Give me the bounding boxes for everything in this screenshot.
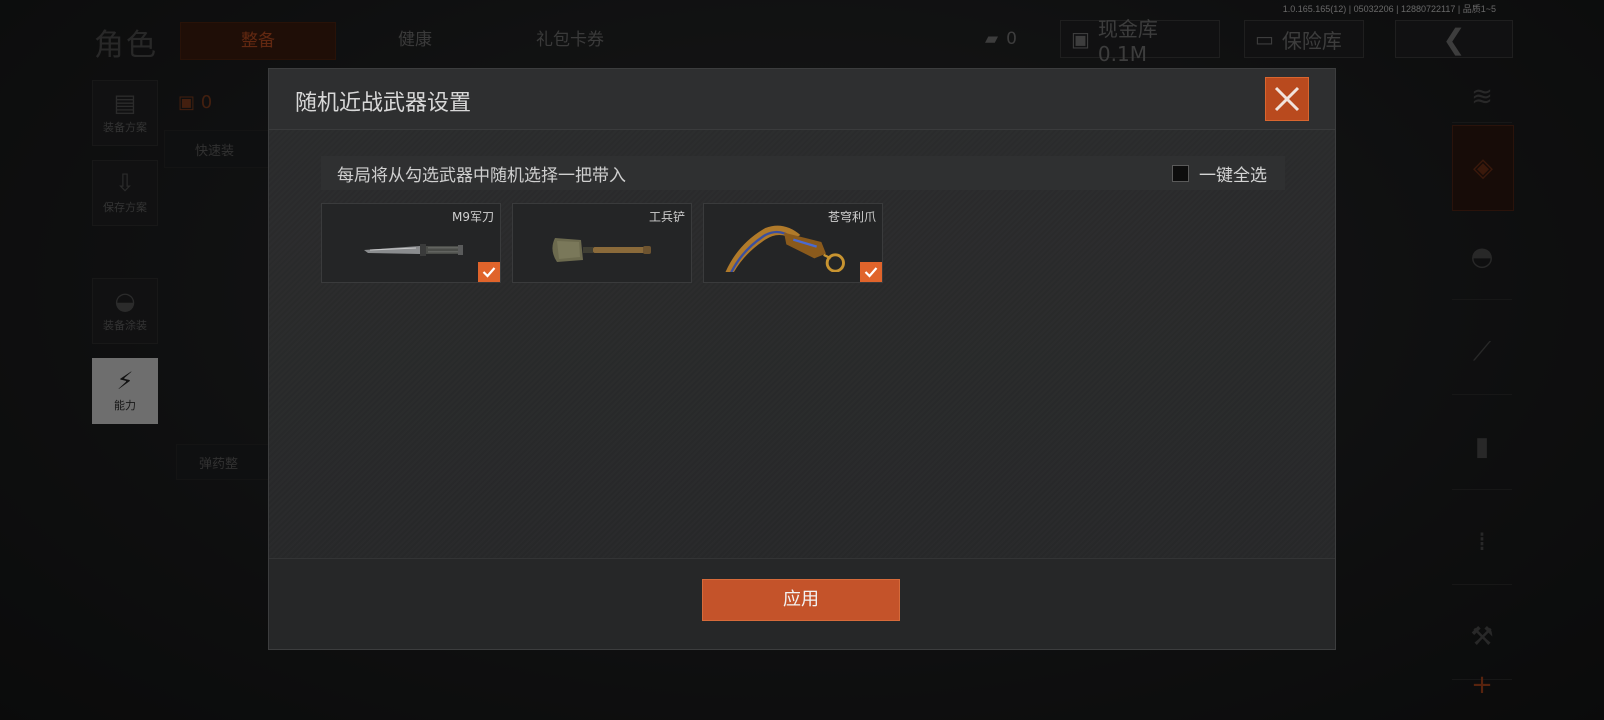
checkmark-icon <box>482 267 496 278</box>
checkmark-icon <box>864 267 878 278</box>
karambit-claw-icon <box>725 225 845 272</box>
dialog-title: 随机近战武器设置 <box>295 91 472 116</box>
weapon-name: M9军刀 <box>452 210 494 224</box>
weapon-card-claw[interactable]: 苍穹利爪 <box>703 203 883 283</box>
weapon-name: 工兵铲 <box>648 210 685 224</box>
weapon-checkbox-checked[interactable] <box>860 262 882 282</box>
weapon-checkbox-checked[interactable] <box>478 262 500 282</box>
dialog-footer: 应用 <box>269 558 1335 649</box>
instruction-text: 每局将从勾选武器中随机选择一把带入 <box>337 166 626 186</box>
instruction-bar: 每局将从勾选武器中随机选择一把带入 一键全选 <box>321 156 1285 190</box>
close-button[interactable] <box>1265 77 1309 121</box>
close-icon <box>1274 86 1300 112</box>
select-all-toggle[interactable]: 一键全选 <box>1172 161 1267 186</box>
select-all-checkbox[interactable] <box>1172 165 1189 182</box>
weapon-card-shovel[interactable]: 工兵铲 <box>512 203 692 283</box>
apply-button[interactable]: 应用 <box>702 579 900 621</box>
bayonet-knife-icon <box>364 244 463 256</box>
weapon-card-m9[interactable]: M9军刀 <box>321 203 501 283</box>
entrenching-shovel-icon <box>552 238 651 262</box>
select-all-label: 一键全选 <box>1199 166 1267 186</box>
dialog-header: 随机近战武器设置 <box>269 69 1335 130</box>
melee-random-dialog: 随机近战武器设置 每局将从勾选武器中随机选择一把带入 一键全选 M9军刀 工兵铲… <box>268 68 1336 650</box>
